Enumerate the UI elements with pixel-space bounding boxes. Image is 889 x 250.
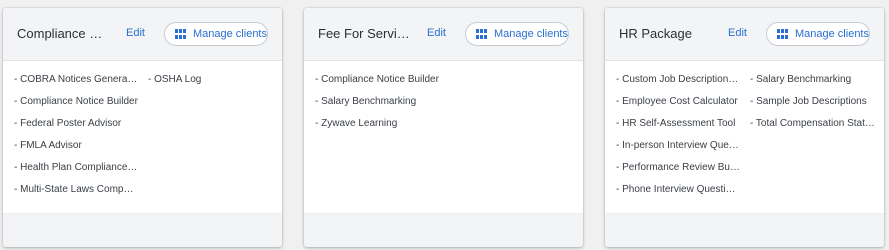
list-item: - Total Compensation State...: [750, 118, 876, 129]
list-item: - Health Plan Compliance C...: [14, 162, 138, 173]
package-cards: Compliance Pac... Edit Manage clients - …: [0, 0, 889, 250]
list-item: - Salary Benchmarking: [750, 74, 852, 85]
product-list-column-2: - Salary Benchmarking - Sample Job Descr…: [750, 73, 876, 139]
grid-icon: [476, 29, 487, 39]
edit-link[interactable]: Edit: [427, 27, 446, 39]
card-footer: [304, 213, 583, 247]
card-header: Compliance Pac... Edit Manage clients: [3, 8, 282, 61]
manage-clients-label: Manage clients: [193, 28, 267, 40]
card-header: HR Package Edit Manage clients: [605, 8, 884, 61]
list-item: - In-person Interview Quest...: [616, 140, 740, 151]
list-item: - HR Self-Assessment Tool: [616, 118, 736, 129]
package-card-hr-package: HR Package Edit Manage clients - Custom …: [605, 8, 884, 247]
list-item: - Phone Interview Question...: [616, 184, 740, 195]
edit-link[interactable]: Edit: [126, 27, 145, 39]
card-body: - Custom Job Description B... - Employee…: [605, 61, 884, 213]
list-item: - Sample Job Descriptions: [750, 96, 867, 107]
package-card-fee-for-service: Fee For Service ... Edit Manage clients …: [304, 8, 583, 247]
list-item: - Custom Job Description B...: [616, 74, 740, 85]
manage-clients-button[interactable]: Manage clients: [465, 22, 569, 46]
card-footer: [605, 213, 884, 247]
card-body: - COBRA Notices Generator - Compliance N…: [3, 61, 282, 213]
product-list-column-2: - OSHA Log: [148, 73, 274, 95]
card-footer: [3, 213, 282, 247]
list-item: - Performance Review Build...: [616, 162, 740, 173]
list-item: - FMLA Advisor: [14, 140, 82, 151]
card-body: - Compliance Notice Builder - Salary Ben…: [304, 61, 583, 213]
list-item: - OSHA Log: [148, 74, 202, 85]
list-item: - Multi-State Laws Compari...: [14, 184, 138, 195]
product-list-column-1: - COBRA Notices Generator - Compliance N…: [14, 73, 138, 205]
manage-clients-button[interactable]: Manage clients: [164, 22, 268, 46]
manage-clients-label: Manage clients: [795, 28, 869, 40]
list-item: - Salary Benchmarking: [315, 96, 417, 107]
list-item: - Zywave Learning: [315, 118, 398, 129]
list-item: - Federal Poster Advisor: [14, 118, 122, 129]
edit-link[interactable]: Edit: [728, 27, 747, 39]
package-card-compliance: Compliance Pac... Edit Manage clients - …: [3, 8, 282, 247]
product-list-column-1: - Compliance Notice Builder - Salary Ben…: [315, 73, 439, 139]
list-item: - Employee Cost Calculator: [616, 96, 738, 107]
product-list-column-1: - Custom Job Description B... - Employee…: [616, 73, 740, 205]
list-item: - Compliance Notice Builder: [315, 74, 439, 85]
card-title: HR Package: [619, 26, 692, 41]
grid-icon: [175, 29, 186, 39]
card-title: Fee For Service ...: [318, 26, 410, 41]
list-item: - Compliance Notice Builder: [14, 96, 138, 107]
grid-icon: [777, 29, 788, 39]
list-item: - COBRA Notices Generator: [14, 74, 138, 85]
manage-clients-label: Manage clients: [494, 28, 568, 40]
card-header: Fee For Service ... Edit Manage clients: [304, 8, 583, 61]
card-title: Compliance Pac...: [17, 26, 109, 41]
manage-clients-button[interactable]: Manage clients: [766, 22, 870, 46]
